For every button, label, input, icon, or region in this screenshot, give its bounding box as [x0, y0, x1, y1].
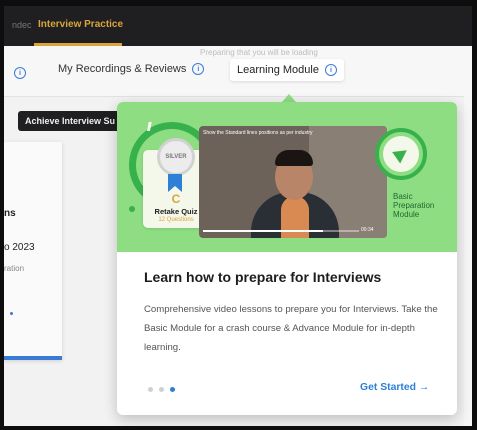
- basic-label-line-2: Preparation: [393, 201, 435, 210]
- medal-ribbon-icon: [168, 174, 182, 192]
- app-frame: ndec Interview Practice Preparing that y…: [4, 6, 472, 426]
- popover-description: Comprehensive video lessons to prepare y…: [144, 304, 438, 353]
- basic-label-line-1: Basic: [393, 192, 413, 201]
- learning-module-popover: // SILVER C Retake Quiz 12 Questions Sho…: [117, 102, 457, 415]
- achieve-interview-button[interactable]: Achieve Interview Su: [18, 111, 130, 131]
- nav-item-prev[interactable]: ndec: [12, 20, 32, 30]
- silver-medal-icon: SILVER: [157, 138, 195, 176]
- pagination-dots: [148, 387, 175, 392]
- basic-module-badge: [383, 136, 419, 172]
- tab-label: Learning Module: [237, 64, 319, 76]
- tab-label: My Recordings & Reviews: [58, 63, 187, 75]
- video-progress-fill: [203, 230, 323, 232]
- popover-banner: // SILVER C Retake Quiz 12 Questions Sho…: [117, 102, 457, 252]
- card-date-fragment: o 2023: [4, 242, 35, 253]
- info-icon[interactable]: i: [14, 67, 26, 79]
- tab-my-recordings[interactable]: My Recordings & Reviews i: [58, 63, 205, 75]
- video-time: 00:34: [361, 227, 374, 233]
- basic-label-line-3: Module: [393, 210, 420, 219]
- nav-item-interview-practice[interactable]: Interview Practice: [38, 19, 123, 30]
- decor-dot: [129, 206, 135, 212]
- pagination-dot[interactable]: [159, 387, 164, 392]
- card-link-dot: [10, 312, 13, 315]
- info-icon[interactable]: i: [324, 64, 337, 76]
- right-edge-panel: [464, 96, 472, 426]
- send-icon: [391, 144, 411, 164]
- sub-tab-bar: Preparing that you will be loading i My …: [4, 46, 472, 97]
- card-progress-bar: [4, 356, 62, 360]
- popover-caret: [282, 94, 296, 102]
- card-sub-fragment: ration: [4, 264, 25, 273]
- ghost-subtitle: Preparing that you will be loading: [200, 48, 318, 57]
- video-thumbnail[interactable]: Show the Standard lines positions as per…: [199, 126, 387, 238]
- get-started-link[interactable]: Get Started →: [360, 382, 429, 393]
- left-card: ns o 2023 ration: [4, 142, 62, 360]
- video-caption: Show the Standard lines positions as per…: [203, 130, 313, 136]
- pagination-dot[interactable]: [148, 387, 153, 392]
- popover-heading: Learn how to prepare for Interviews: [144, 269, 382, 285]
- decor-slashes-icon: //: [147, 120, 151, 134]
- basic-module-label: Basic Preparation Module: [393, 192, 453, 219]
- presenter-hair: [275, 150, 313, 166]
- card-heading-fragment: ns: [4, 208, 16, 219]
- medal-text: SILVER: [165, 154, 187, 160]
- tab-learning-module[interactable]: Learning Module i: [230, 59, 344, 81]
- pagination-dot-active[interactable]: [170, 387, 175, 392]
- info-icon[interactable]: i: [192, 63, 205, 75]
- top-navbar: ndec Interview Practice: [4, 6, 472, 46]
